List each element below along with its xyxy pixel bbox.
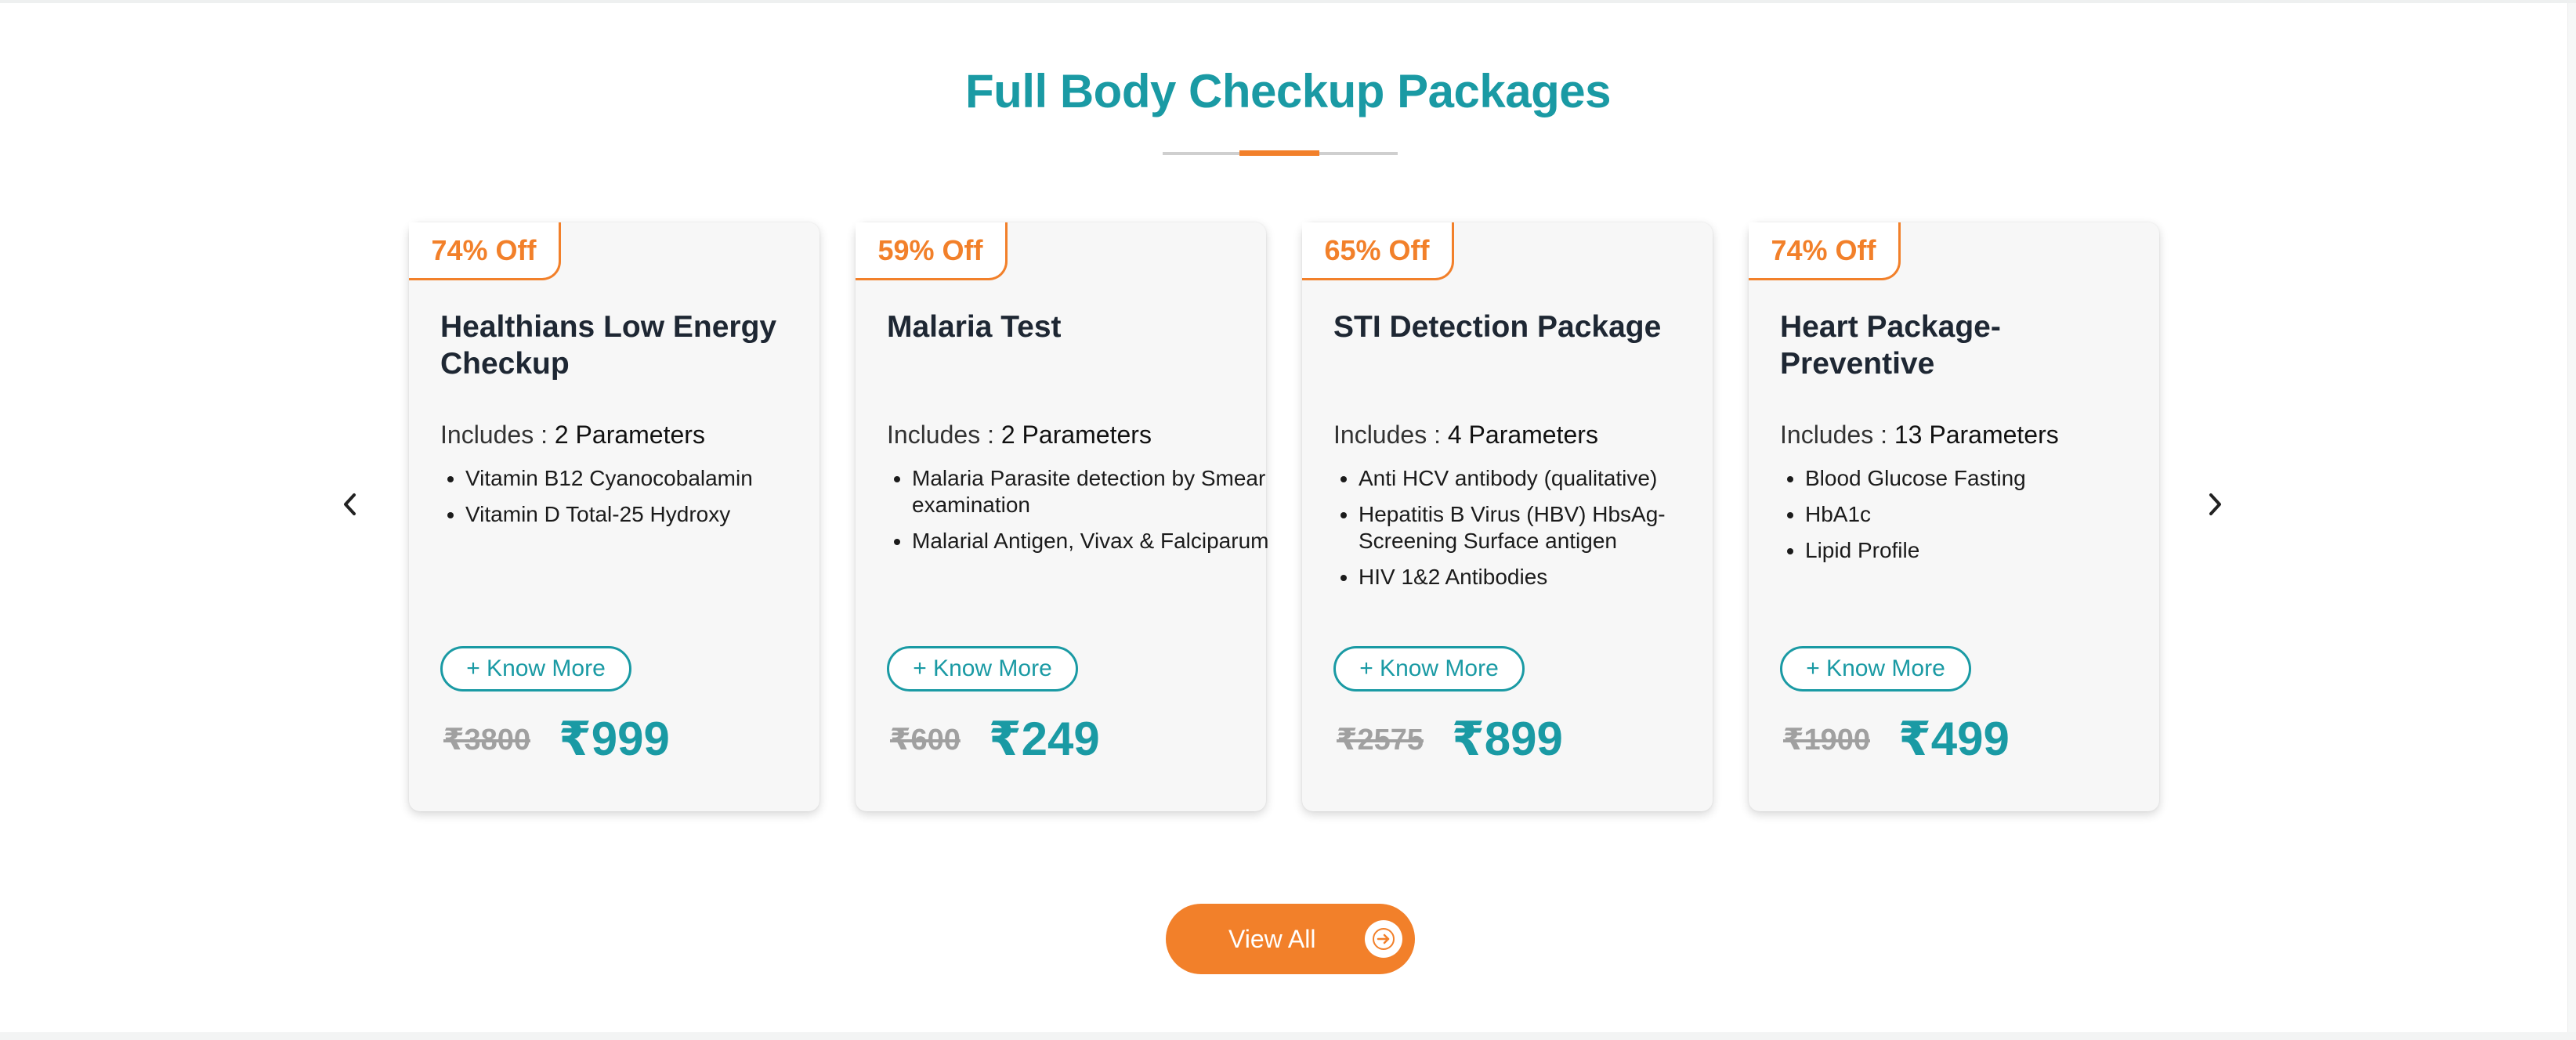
- discount-badge: 74% Off: [409, 222, 561, 280]
- know-more-button[interactable]: + Know More: [1333, 646, 1525, 692]
- title-divider-accent: [1239, 150, 1319, 156]
- discount-badge: 74% Off: [1749, 222, 1901, 280]
- parameter-count: Includes : 2 Parameters: [440, 421, 705, 450]
- parameter-list: Vitamin B12 Cyanocobalamin Vitamin D Tot…: [440, 465, 826, 537]
- parameter-list: Blood Glucose Fasting HbA1c Lipid Profil…: [1780, 465, 2165, 573]
- parameter-list: Anti HCV antibody (qualitative) Hepatiti…: [1333, 465, 1719, 600]
- know-more-button[interactable]: + Know More: [1780, 646, 1971, 692]
- price-row: ₹600 ₹249: [890, 708, 1100, 771]
- parameter-list: Malaria Parasite detection by Smear exam…: [887, 465, 1272, 564]
- list-item: Blood Glucose Fasting: [1805, 465, 2165, 492]
- parameter-count: Includes : 13 Parameters: [1780, 421, 2059, 450]
- list-item: Anti HCV antibody (qualitative): [1359, 465, 1719, 492]
- list-item: Vitamin B12 Cyanocobalamin: [465, 465, 826, 492]
- parameter-count-value: 13 Parameters: [1894, 421, 2059, 449]
- package-card[interactable]: 59% Off Malaria Test Includes : 2 Parame…: [856, 222, 1268, 811]
- includes-label: Includes :: [887, 421, 1001, 449]
- original-price: ₹2575: [1337, 723, 1424, 757]
- original-price: ₹3800: [443, 723, 530, 757]
- scrollbar[interactable]: [2567, 3, 2576, 1032]
- packages-section: Full Body Checkup Packages 74% Off Healt…: [0, 0, 2576, 1040]
- includes-label: Includes :: [1333, 421, 1448, 449]
- parameter-count: Includes : 4 Parameters: [1333, 421, 1598, 450]
- chevron-right-icon: [2209, 493, 2221, 515]
- carousel-next-button[interactable]: [2191, 481, 2238, 528]
- package-name[interactable]: Heart Package-Preventive: [1780, 309, 2133, 382]
- offer-price: ₹899: [1451, 713, 1563, 765]
- arrow-right-circle-icon: [1365, 920, 1402, 958]
- list-item: Lipid Profile: [1805, 537, 2165, 564]
- carousel-prev-button[interactable]: [327, 481, 374, 528]
- view-all-label: View All: [1228, 924, 1316, 953]
- offer-price: ₹249: [988, 713, 1100, 765]
- package-name[interactable]: Healthians Low Energy Checkup: [440, 309, 793, 382]
- price-row: ₹2575 ₹899: [1337, 708, 1563, 771]
- section-title: Full Body Checkup Packages: [965, 65, 1611, 117]
- package-card[interactable]: 74% Off Heart Package-Preventive Include…: [1749, 222, 2159, 811]
- list-item: Malarial Antigen, Vivax & Falciparum: [912, 528, 1272, 554]
- view-all-button[interactable]: View All: [1166, 904, 1415, 974]
- discount-badge: 65% Off: [1302, 222, 1454, 280]
- discount-badge: 59% Off: [856, 222, 1008, 280]
- chevron-left-icon: [344, 493, 356, 515]
- original-price: ₹1900: [1783, 723, 1870, 757]
- original-price: ₹600: [890, 723, 961, 757]
- list-item: HbA1c: [1805, 501, 2165, 528]
- includes-label: Includes :: [1780, 421, 1894, 449]
- includes-label: Includes :: [440, 421, 555, 449]
- offer-price: ₹499: [1898, 713, 2010, 765]
- know-more-button[interactable]: + Know More: [887, 646, 1078, 692]
- parameter-count-value: 4 Parameters: [1447, 421, 1598, 449]
- price-row: ₹1900 ₹499: [1783, 708, 2010, 771]
- package-name[interactable]: STI Detection Package: [1333, 309, 1686, 345]
- list-item: Vitamin D Total-25 Hydroxy: [465, 501, 826, 528]
- package-card[interactable]: 65% Off STI Detection Package Includes :…: [1302, 222, 1713, 811]
- list-item: HIV 1&2 Antibodies: [1359, 564, 1719, 590]
- parameter-count-value: 2 Parameters: [554, 421, 705, 449]
- list-item: Malaria Parasite detection by Smear exam…: [912, 465, 1272, 518]
- package-card[interactable]: 74% Off Healthians Low Energy Checkup In…: [409, 222, 819, 811]
- list-item: Hepatitis B Virus (HBV) HbsAg-Screening …: [1359, 501, 1719, 554]
- offer-price: ₹999: [558, 713, 670, 765]
- package-name[interactable]: Malaria Test: [887, 309, 1239, 345]
- know-more-button[interactable]: + Know More: [440, 646, 631, 692]
- parameter-count: Includes : 2 Parameters: [887, 421, 1152, 450]
- price-row: ₹3800 ₹999: [443, 708, 670, 771]
- parameter-count-value: 2 Parameters: [1000, 421, 1152, 449]
